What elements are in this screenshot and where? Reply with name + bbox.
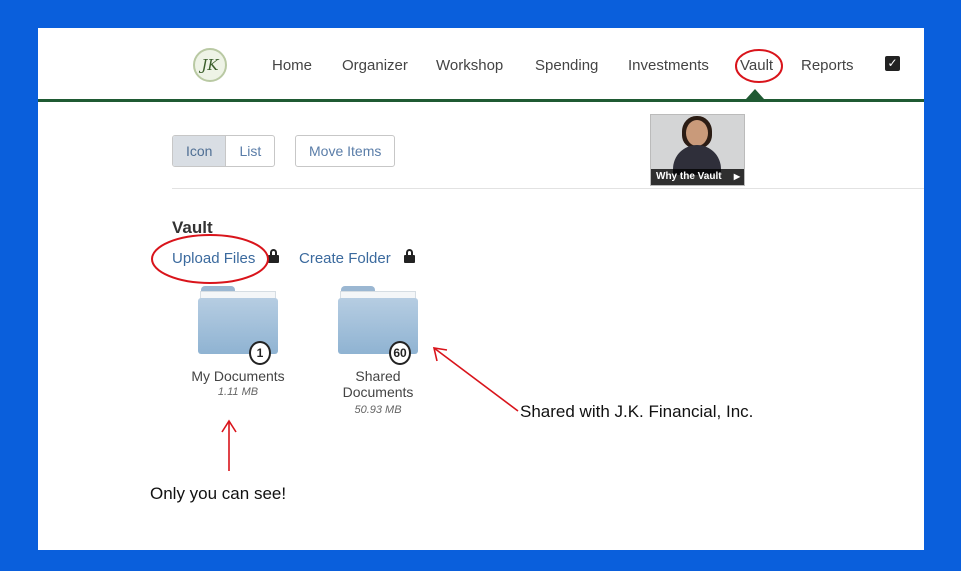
- page-title: Vault: [172, 218, 213, 237]
- folder-name-line: Documents: [342, 384, 414, 400]
- private-arrow-head: [221, 419, 237, 433]
- nav-item-reports[interactable]: Reports: [801, 57, 854, 74]
- item-count-badge: 1: [249, 341, 271, 365]
- create-folder-link[interactable]: Create Folder: [299, 250, 391, 267]
- view-toggle: Icon List: [172, 135, 276, 167]
- jk-financial-logo[interactable]: JK: [193, 48, 227, 82]
- nav-item-investments[interactable]: Investments: [628, 57, 709, 74]
- nav-item-workshop[interactable]: Workshop: [436, 57, 503, 74]
- nav-item-vault[interactable]: Vault: [740, 57, 773, 74]
- lock-icon: [268, 249, 279, 263]
- nav-item-spending[interactable]: Spending: [535, 57, 598, 74]
- presenter-face: [686, 120, 708, 146]
- private-annotation: Only you can see!: [150, 484, 287, 503]
- folder-name-line: My Documents: [191, 368, 285, 384]
- lock-icon: [404, 249, 415, 263]
- annotation-overlay: [151, 49, 783, 471]
- upload-files-link[interactable]: Upload Files: [172, 250, 255, 267]
- logo-monogram: JK: [201, 56, 219, 74]
- why-the-vault-video[interactable]: Why the Vault ▶: [650, 114, 745, 186]
- nav-item-home[interactable]: Home: [272, 57, 312, 74]
- shared-annotation: Shared with J.K. Financial, Inc.: [520, 402, 754, 421]
- video-caption-bar: Why the Vault ▶: [651, 169, 744, 185]
- icon-view-button[interactable]: Icon: [173, 136, 227, 166]
- vault-page: JK Home Organizer Workshop Spending Inve…: [38, 28, 924, 550]
- active-nav-caret: [746, 89, 764, 99]
- nav-item-organizer[interactable]: Organizer: [342, 57, 408, 74]
- folder-name-line: Shared: [355, 368, 401, 384]
- video-caption: Why the Vault: [656, 171, 722, 182]
- toolbar-divider: [172, 188, 924, 189]
- folder-size: 50.93 MB: [354, 404, 402, 416]
- checklist-icon[interactable]: ✓: [885, 56, 900, 71]
- shared-arrow: [433, 347, 519, 412]
- folder-size: 1.11 MB: [217, 386, 259, 398]
- item-count-badge: 60: [389, 341, 411, 365]
- shared-arrow-head: [432, 347, 448, 362]
- move-items-button[interactable]: Move Items: [295, 135, 396, 167]
- play-icon: ▶: [733, 172, 740, 181]
- list-view-button[interactable]: List: [226, 136, 274, 166]
- folder-name[interactable]: Shared Documents: [318, 368, 438, 400]
- top-nav: JK Home Organizer Workshop Spending Inve…: [38, 28, 924, 102]
- folder-name[interactable]: My Documents: [178, 368, 298, 384]
